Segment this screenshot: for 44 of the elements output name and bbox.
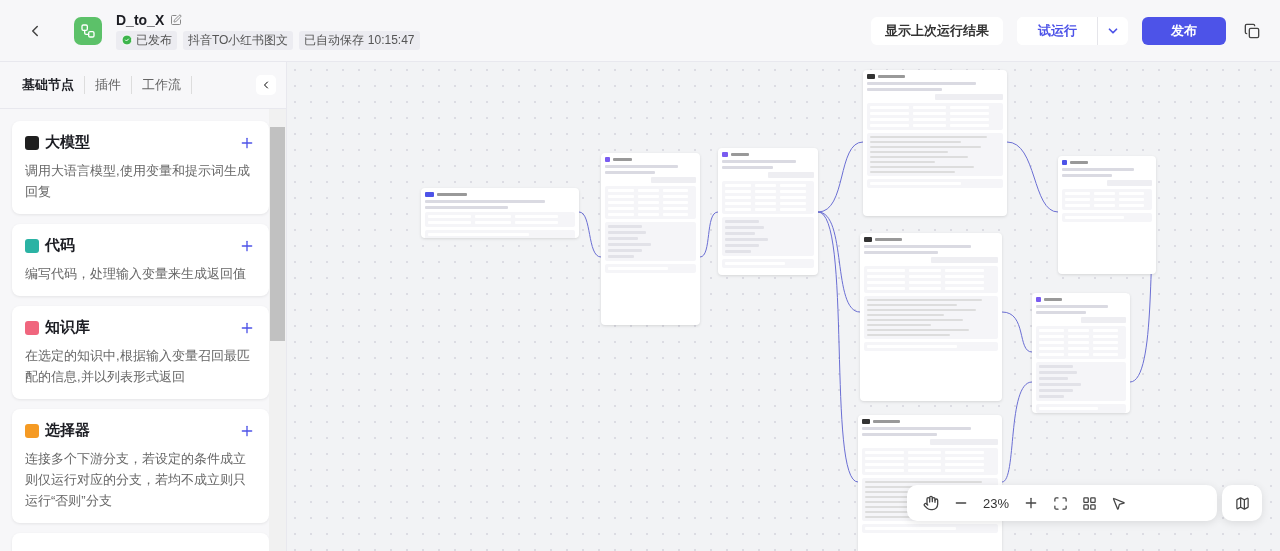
collapse-button[interactable] bbox=[256, 75, 276, 95]
edit-icon[interactable] bbox=[170, 13, 183, 26]
workflow-node[interactable] bbox=[860, 233, 1002, 401]
workflow-node[interactable] bbox=[863, 70, 1007, 216]
layout-icon[interactable] bbox=[1082, 495, 1098, 511]
node-description: 在选定的知识中,根据输入变量召回最匹配的信息,并以列表形式返回 bbox=[25, 347, 251, 386]
connector-line bbox=[1001, 311, 1033, 353]
node-description: 编写代码，处理输入变量来生成返回值 bbox=[25, 265, 247, 283]
info-tag: 已自动保存 10:15:47 bbox=[299, 30, 420, 50]
node-card[interactable]: 选择器 连接多个下游分支，若设定的条件成立则仅运行对应的分支，若均不成立则只运行“否则”分支 bbox=[12, 409, 269, 523]
hand-icon[interactable] bbox=[923, 495, 939, 511]
workflow-node[interactable] bbox=[601, 153, 700, 325]
copy-glyph-icon bbox=[1244, 22, 1260, 39]
workflow-node[interactable] bbox=[1032, 293, 1130, 413]
connector-line bbox=[1006, 141, 1059, 213]
connector-line bbox=[699, 211, 719, 258]
node-description: 调用大语言模型,使用变量和提示词生成回复 bbox=[25, 162, 251, 201]
show-results-button[interactable]: 显示上次运行结果 bbox=[871, 16, 1003, 45]
node-title: 代码 bbox=[45, 236, 76, 255]
sidebar-tab[interactable]: 基础节点 bbox=[12, 76, 85, 94]
fit-view-icon[interactable] bbox=[1053, 495, 1069, 511]
node-card[interactable]: 知识库 在选定的知识中,根据输入变量召回最匹配的信息,并以列表形式返回 bbox=[12, 306, 269, 399]
sidebar-tab[interactable]: 工作流 bbox=[132, 76, 192, 94]
zoom-level: 23% bbox=[983, 495, 1010, 511]
workflow-title: D_to_X bbox=[116, 11, 165, 28]
pointer-icon[interactable] bbox=[1111, 495, 1127, 511]
app-logo-icon bbox=[74, 16, 102, 45]
workflow-node[interactable] bbox=[718, 148, 818, 275]
node-card[interactable]: 代码 编写代码，处理输入变量来生成返回值 bbox=[12, 224, 269, 296]
node-description: 连接多个下游分支，若设定的条件成立则仅运行对应的分支，若均不成立则只运行“否则”分支 bbox=[25, 450, 247, 510]
connector-line bbox=[578, 211, 602, 258]
minimap-icon[interactable] bbox=[1234, 495, 1250, 511]
sidebar-tab[interactable]: 插件 bbox=[85, 76, 132, 94]
workflow-canvas[interactable]: 23% bbox=[287, 62, 1280, 551]
node-title: 大模型 bbox=[45, 133, 91, 152]
scrollbar[interactable] bbox=[269, 109, 286, 551]
publish-button[interactable]: 发布 bbox=[1142, 16, 1226, 45]
workflow-node[interactable] bbox=[1058, 156, 1156, 274]
node-title: 知识库 bbox=[45, 318, 91, 337]
status-badge: 已发布 bbox=[116, 30, 177, 50]
workflow-node[interactable] bbox=[421, 188, 579, 238]
info-tag: 抖音TO小红书图文 bbox=[183, 30, 294, 50]
node-title: 选择器 bbox=[45, 421, 91, 440]
node-card[interactable]: 大模型 调用大语言模型,使用变量和提示词生成回复 bbox=[12, 121, 269, 214]
